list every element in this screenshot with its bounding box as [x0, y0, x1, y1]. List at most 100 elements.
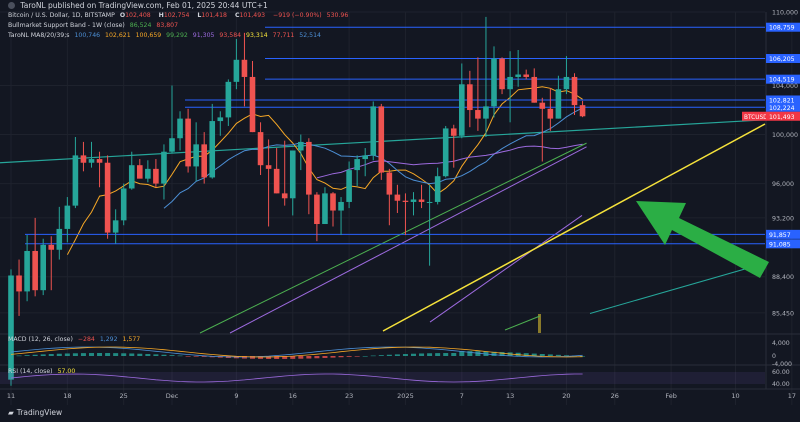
candle-body: [64, 205, 71, 229]
macd-histogram-bar: [330, 356, 336, 358]
candle-body: [467, 84, 473, 111]
macd-legend: MACD (12, 26, close) −284 1,292 1,577: [8, 336, 143, 343]
macd-histogram-bar: [451, 353, 457, 356]
candle-body: [185, 118, 191, 167]
macd-histogram-bar: [555, 354, 561, 356]
time-tick-label: 9: [234, 392, 238, 400]
price-tick-label: 110,000: [772, 10, 798, 17]
candle-body: [233, 59, 240, 82]
level-tag-label: 102,224: [769, 105, 795, 112]
candle-body: [281, 193, 288, 199]
macd-histogram-bar: [137, 353, 143, 356]
candle-body: [169, 138, 175, 152]
candle-body: [555, 89, 562, 119]
channel-line-lower: [589, 262, 766, 314]
macd-histogram-bar: [169, 355, 175, 356]
candle-body: [579, 105, 586, 117]
macd-histogram-bar: [346, 356, 352, 357]
candle-body: [177, 118, 183, 139]
price-tick-label: 88,400: [772, 274, 794, 281]
tradingview-brand[interactable]: ▰ TradingView: [8, 408, 62, 417]
price-tick-label: 93,200: [772, 215, 794, 222]
price-tick-label: 96,000: [772, 181, 794, 188]
time-tick-label: 25: [120, 392, 128, 400]
candle-body: [378, 106, 385, 173]
symbol-title: Bitcoin / U.S. Dollar, 1D, BITSTAMP: [8, 12, 115, 19]
time-tick-label: Feb: [665, 392, 677, 400]
candle-body: [338, 201, 344, 211]
macd-v0: −284: [77, 336, 95, 343]
macd-histogram-bar: [24, 355, 30, 356]
rsi-title: RSI (14, close): [8, 368, 53, 375]
macd-histogram-bar: [97, 353, 103, 356]
candle-body: [418, 199, 425, 202]
candle-body: [265, 165, 272, 169]
candle-body: [225, 81, 232, 118]
macd-v2: 1,577: [122, 336, 141, 343]
candle-body: [475, 110, 481, 119]
candle-body: [80, 155, 87, 163]
price-chart[interactable]: 110,000104,000100,00096,00093,20088,4008…: [0, 0, 800, 422]
macd-histogram-bar: [48, 354, 54, 356]
macd-signal-line: [10, 346, 583, 358]
candle-body: [298, 141, 304, 151]
time-tick-label: 17: [788, 392, 796, 400]
macd-histogram-bar: [443, 353, 449, 356]
taro-v2: 100,659: [135, 32, 162, 39]
candle-body: [161, 151, 167, 184]
candle-body: [362, 155, 368, 160]
symbol-tag-label: BTCUSD: [744, 115, 768, 121]
macd-histogram-bar: [145, 354, 151, 356]
macd-histogram-bar: [89, 353, 94, 356]
candle-body: [523, 74, 529, 77]
time-tick-label: 2025: [397, 392, 414, 400]
candle-body: [322, 193, 328, 225]
candle-body: [273, 168, 280, 194]
legend-low: L101,418: [197, 12, 227, 19]
candle-body: [112, 220, 119, 233]
symbol-legend: Bitcoin / U.S. Dollar, 1D, BITSTAMP O102…: [8, 12, 351, 19]
taro-legend: TaroNL MA8/20/39;s 100,746 102,621 100,6…: [8, 32, 324, 39]
candle-body: [32, 250, 38, 291]
macd-histogram-bar: [411, 353, 416, 356]
candle-body: [515, 74, 521, 77]
macd-tick-label: 4,000: [772, 340, 790, 347]
macd-histogram-bar: [113, 353, 119, 356]
bsb-line-2: [229, 146, 587, 334]
ma-8-line: [66, 86, 583, 255]
candle-body: [88, 159, 95, 163]
taro-v1: 102,621: [105, 32, 131, 39]
rsi-band: [0, 372, 765, 384]
candle-body: [314, 194, 320, 225]
bsb-v1: 86,524: [129, 22, 152, 29]
price-tick-label: 104,000: [772, 83, 798, 90]
rsi-value: 57.00: [57, 368, 76, 375]
candle-body: [563, 76, 570, 90]
candle-body: [145, 168, 151, 179]
bsb-legend: Bullmarket Support Band - 1W (close) 86,…: [8, 22, 181, 29]
macd-histogram-bar: [193, 356, 199, 357]
time-tick-label: 10: [731, 392, 739, 400]
macd-histogram-bar: [177, 355, 183, 357]
macd-histogram-bar: [56, 353, 62, 356]
time-tick-label: 23: [345, 392, 353, 400]
macd-v1: 1,292: [99, 336, 118, 343]
candle-body: [394, 194, 401, 201]
macd-histogram-bar: [386, 354, 392, 356]
candle-body: [24, 250, 30, 292]
ma-long-line: [429, 215, 583, 323]
taro-v7: 77,711: [272, 32, 295, 39]
level-tag-label: 91,857: [769, 232, 791, 239]
taro-v6: 93,314: [246, 32, 268, 39]
macd-histogram-bar: [16, 355, 22, 357]
macd-histogram-bar: [322, 356, 328, 358]
taro-name: TaroNL MA8/20/39;s: [8, 32, 70, 39]
trend-line: [382, 123, 766, 332]
bsb-line-1: [199, 142, 587, 334]
candle-body: [531, 76, 538, 103]
macd-tick-label: 0: [772, 353, 776, 360]
time-tick-label: Dec: [166, 392, 179, 400]
candle-body: [56, 228, 63, 250]
candle-body: [249, 76, 256, 133]
macd-histogram-bar: [394, 354, 400, 356]
